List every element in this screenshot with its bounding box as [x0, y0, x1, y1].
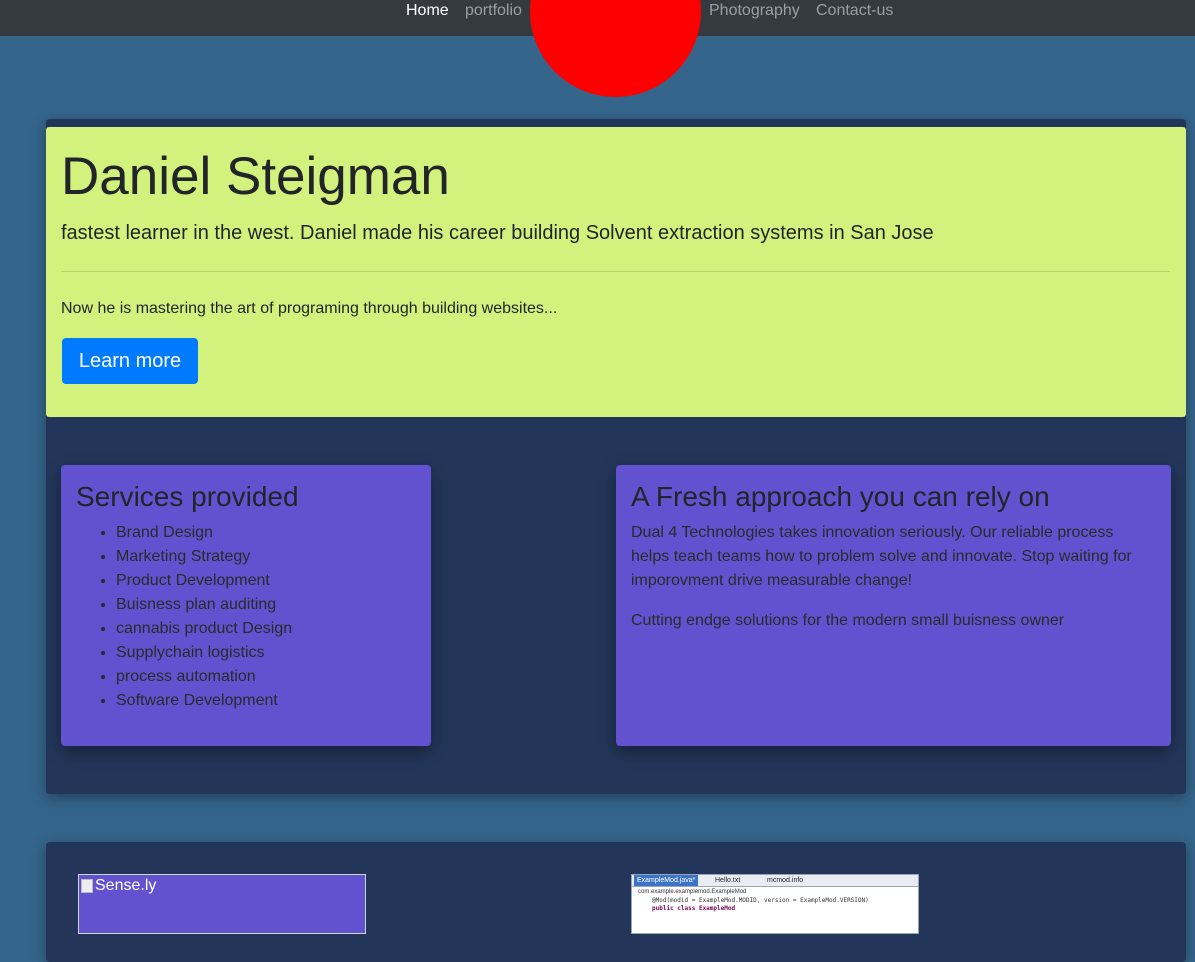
list-item: process automation: [116, 665, 292, 689]
code-line: public class ExampleMod: [652, 905, 736, 912]
image-alt-label: Sense.ly: [95, 877, 157, 894]
approach-card: A Fresh approach you can rely on Dual 4 …: [616, 465, 1171, 746]
approach-paragraph: Dual 4 Technologies takes innovation ser…: [631, 524, 1132, 589]
list-item: cannabis product Design: [116, 617, 292, 641]
list-item: Software Development: [116, 689, 292, 713]
editor-tab: Hello.txt: [715, 877, 741, 884]
approach-tagline: Cutting endge solutions for the modern s…: [631, 612, 1065, 629]
list-item: Marketing Strategy: [116, 545, 292, 569]
hero-lead: fastest learner in the west. Daniel made…: [61, 222, 934, 244]
hero-jumbotron: Daniel Steigman fastest learner in the w…: [46, 127, 1186, 417]
hero-text: Now he is mastering the art of programin…: [61, 300, 558, 317]
image-alt-text: Sense.ly: [81, 877, 156, 895]
editor-tab: ExampleMod.java*: [634, 875, 699, 886]
editor-tabs: ExampleMod.java* Hello.txt mcmod.info: [632, 875, 918, 887]
list-item: Product Development: [116, 569, 292, 593]
editor-tab: mcmod.info: [767, 877, 804, 884]
list-item: Brand Design: [116, 521, 292, 545]
list-item: Supplychain logistics: [116, 641, 292, 665]
approach-title: A Fresh approach you can rely on: [631, 481, 1050, 512]
nav-link-portfolio[interactable]: portfolio: [465, 2, 522, 20]
logo-circle: [530, 0, 701, 97]
services-card: Services provided Brand Design Marketing…: [61, 465, 431, 746]
services-title: Services provided: [76, 481, 299, 512]
list-item: Buisness plan auditing: [116, 593, 292, 617]
broken-image-icon: [81, 879, 93, 893]
nav-link-photography[interactable]: Photography: [709, 2, 800, 20]
code-path: com.example.examplemod.ExampleMod: [638, 889, 747, 895]
nav-link-contact-us[interactable]: Contact-us: [816, 2, 893, 20]
hero-title: Daniel Steigman: [61, 147, 450, 206]
sensely-image[interactable]: Sense.ly: [78, 874, 366, 934]
nav-link-home[interactable]: Home: [406, 2, 449, 20]
services-list: Brand Design Marketing Strategy Product …: [76, 521, 292, 713]
code-screenshot-image[interactable]: ExampleMod.java* Hello.txt mcmod.info co…: [631, 874, 919, 934]
learn-more-button[interactable]: Learn more: [62, 338, 198, 384]
hero-divider: [61, 271, 1170, 272]
code-line: @Mod(modid = ExampleMod.MODID, version =…: [652, 897, 869, 904]
